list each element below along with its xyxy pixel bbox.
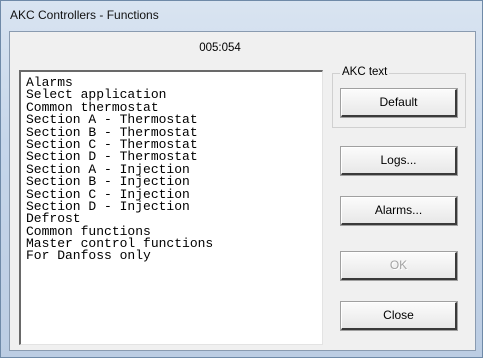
dialog-client-area: 005:054 Alarms Select application Common… — [9, 31, 476, 351]
controller-address-label: 005:054 — [199, 42, 241, 54]
list-item[interactable]: For Danfoss only — [21, 249, 322, 262]
alarms-button[interactable]: Alarms... — [340, 196, 458, 226]
ok-button[interactable]: OK — [340, 251, 458, 281]
default-button[interactable]: Default — [340, 88, 458, 118]
functions-listbox[interactable]: Alarms Select application Common thermos… — [19, 70, 323, 345]
akc-text-legend: AKC text — [340, 66, 390, 78]
dialog-window: AKC Controllers - Functions 005:054 Alar… — [0, 0, 483, 358]
functions-list: Alarms Select application Common thermos… — [21, 76, 322, 263]
window-title: AKC Controllers - Functions — [10, 8, 159, 22]
logs-button[interactable]: Logs... — [340, 146, 458, 176]
title-bar[interactable]: AKC Controllers - Functions — [1, 1, 482, 29]
close-button[interactable]: Close — [340, 301, 458, 331]
